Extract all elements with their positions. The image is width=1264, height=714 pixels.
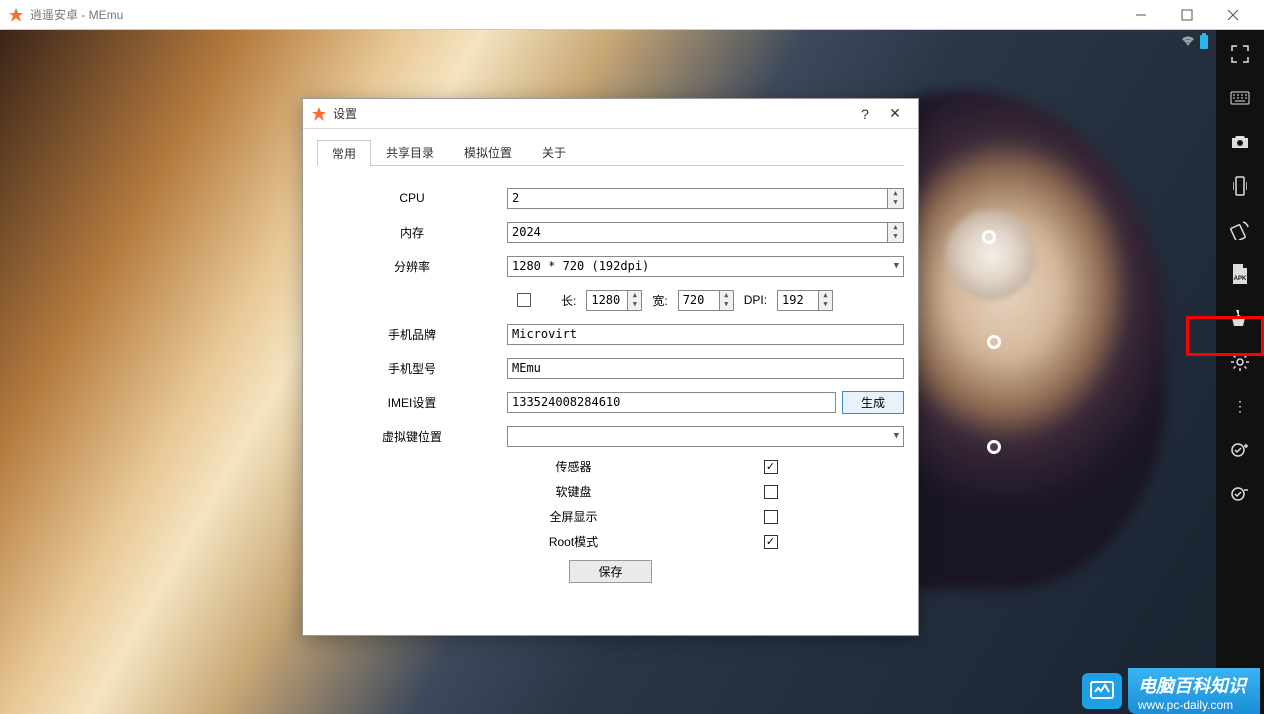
tab-location[interactable]: 模拟位置 bbox=[449, 139, 527, 165]
label-softkb: 软键盘 bbox=[444, 483, 704, 500]
watermark-text: 电脑百科知识 bbox=[1138, 672, 1246, 698]
main-titlebar: 逍遥安卓 - MEmu bbox=[0, 0, 1264, 30]
label-cpu: CPU bbox=[317, 191, 507, 205]
camera-icon[interactable] bbox=[1226, 128, 1254, 156]
label-sensor: 传感器 bbox=[444, 458, 704, 475]
keyboard-icon[interactable] bbox=[1226, 84, 1254, 112]
volume-down-icon[interactable] bbox=[1226, 480, 1254, 508]
android-status-bar bbox=[1180, 34, 1208, 50]
tab-share[interactable]: 共享目录 bbox=[371, 139, 449, 165]
rotate-icon[interactable] bbox=[1226, 216, 1254, 244]
minimize-button[interactable] bbox=[1118, 0, 1164, 30]
label-width: 宽: bbox=[652, 292, 667, 309]
label-resolution: 分辨率 bbox=[317, 258, 507, 275]
label-model: 手机型号 bbox=[317, 360, 507, 377]
more-icon[interactable]: ⋮ bbox=[1226, 392, 1254, 420]
settings-icon[interactable] bbox=[1226, 348, 1254, 376]
apk-icon[interactable]: APK bbox=[1226, 260, 1254, 288]
emulator-area: APK ⋮ 设置 ? ✕ 常用 共享目录 模拟位置 关于 CPU 2▲▼ bbox=[0, 30, 1264, 714]
label-fullscreen: 全屏显示 bbox=[444, 508, 704, 525]
label-vkey: 虚拟键位置 bbox=[317, 428, 507, 445]
volume-up-icon[interactable] bbox=[1226, 436, 1254, 464]
label-root: Root模式 bbox=[444, 533, 704, 550]
fullscreen-checkbox[interactable] bbox=[764, 510, 778, 524]
shake-icon[interactable] bbox=[1226, 172, 1254, 200]
svg-text:APK: APK bbox=[1234, 276, 1247, 282]
app-logo-icon bbox=[8, 7, 24, 23]
dialog-titlebar: 设置 ? ✕ bbox=[303, 99, 918, 129]
dialog-logo-icon bbox=[311, 106, 327, 122]
dialog-title: 设置 bbox=[333, 105, 850, 122]
window-title: 逍遥安卓 - MEmu bbox=[30, 6, 1118, 23]
dpi-input[interactable]: 192▲▼ bbox=[777, 290, 833, 311]
settings-dialog: 设置 ? ✕ 常用 共享目录 模拟位置 关于 CPU 2▲▼ 内存 2024▲▼ bbox=[302, 98, 919, 636]
watermark-url: www.pc-daily.com bbox=[1138, 698, 1246, 712]
battery-icon bbox=[1200, 35, 1208, 49]
memory-spinner[interactable]: 2024▲▼ bbox=[507, 222, 904, 243]
width-input[interactable]: 720▲▼ bbox=[678, 290, 734, 311]
label-imei: IMEI设置 bbox=[317, 394, 507, 411]
settings-tabs: 常用 共享目录 模拟位置 关于 bbox=[317, 139, 904, 166]
model-input[interactable] bbox=[507, 358, 904, 379]
root-checkbox[interactable]: ✓ bbox=[764, 535, 778, 549]
save-button[interactable]: 保存 bbox=[569, 560, 651, 583]
touch-marker bbox=[987, 440, 1001, 454]
sensor-checkbox[interactable]: ✓ bbox=[764, 460, 778, 474]
vkey-combo[interactable] bbox=[507, 426, 904, 447]
length-input[interactable]: 1280▲▼ bbox=[586, 290, 642, 311]
label-memory: 内存 bbox=[317, 224, 507, 241]
dialog-close-button[interactable]: ✕ bbox=[880, 105, 910, 122]
tab-about[interactable]: 关于 bbox=[527, 139, 581, 165]
softkb-checkbox[interactable] bbox=[764, 485, 778, 499]
cpu-spinner[interactable]: 2▲▼ bbox=[507, 188, 904, 209]
dialog-help-button[interactable]: ? bbox=[850, 106, 880, 122]
clean-icon[interactable] bbox=[1226, 304, 1254, 332]
brand-input[interactable] bbox=[507, 324, 904, 345]
resolution-combo[interactable]: 1280 * 720 (192dpi) bbox=[507, 256, 904, 277]
tab-common[interactable]: 常用 bbox=[317, 140, 371, 166]
imei-input[interactable] bbox=[507, 392, 836, 413]
touch-marker bbox=[982, 230, 996, 244]
label-length: 长: bbox=[561, 292, 576, 309]
fullscreen-icon[interactable] bbox=[1226, 40, 1254, 68]
watermark: 电脑百科知识 www.pc-daily.com bbox=[1082, 668, 1260, 714]
label-dpi: DPI: bbox=[744, 293, 767, 307]
touch-marker bbox=[987, 335, 1001, 349]
maximize-button[interactable] bbox=[1164, 0, 1210, 30]
generate-button[interactable]: 生成 bbox=[842, 391, 904, 414]
label-brand: 手机品牌 bbox=[317, 326, 507, 343]
custom-resolution-checkbox[interactable] bbox=[517, 293, 531, 307]
watermark-badge-icon bbox=[1082, 673, 1122, 709]
side-toolbar: APK ⋮ bbox=[1216, 30, 1264, 714]
close-button[interactable] bbox=[1210, 0, 1256, 30]
wifi-icon bbox=[1180, 34, 1196, 50]
